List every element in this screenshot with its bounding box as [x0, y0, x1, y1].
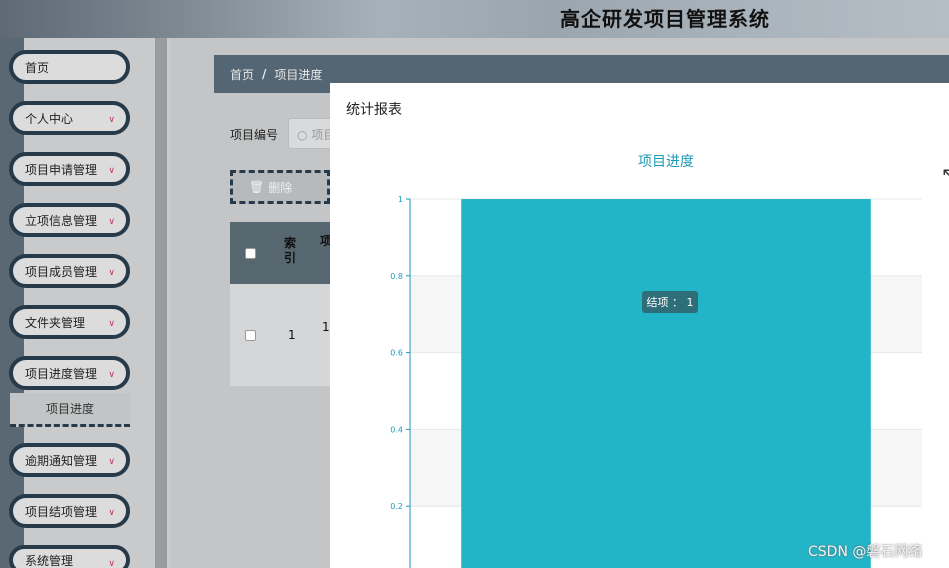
y-tick-label: 0.4	[390, 425, 403, 434]
y-tick-label: 0.6	[390, 349, 403, 358]
sidebar-scrollbar[interactable]	[155, 38, 167, 568]
mouse-cursor-icon: ↖	[941, 164, 949, 185]
search-label: 项目编号	[230, 128, 279, 142]
row-index: 1	[288, 328, 296, 342]
sidebar-item-label: 逾期通知管理	[25, 453, 98, 468]
delete-button[interactable]: 🗑 删除	[230, 170, 330, 204]
tooltip-value: 1	[687, 296, 694, 309]
chevron-down-icon: ∨	[108, 370, 115, 380]
sidebar-item-system[interactable]: 系统管理 ∨	[9, 545, 130, 568]
y-tick-label: 0.8	[390, 272, 403, 281]
chevron-down-icon: ∨	[108, 559, 115, 568]
sidebar-item-project-approval[interactable]: 立项信息管理 ∨	[9, 203, 130, 237]
statistics-modal: 统计报表 0.2 0.4 0.6 0.8 1 项目进度 结项 ： 1	[330, 83, 949, 568]
sidebar-item-label: 首页	[25, 60, 50, 75]
sidebar-item-label: 系统管理	[25, 553, 74, 568]
chevron-down-icon: ∨	[108, 217, 115, 227]
sidebar-item-project-progress[interactable]: 项目进度管理 ∨	[9, 356, 130, 390]
chevron-down-icon: ∨	[108, 319, 115, 329]
watermark: CSDN @磐石网络	[808, 544, 923, 560]
y-tick-label: 0.2	[390, 502, 403, 511]
data-table: 索引 项 1 16	[230, 222, 337, 386]
sidebar-item-label: 项目成员管理	[25, 264, 98, 279]
sidebar-item-project-application[interactable]: 项目申请管理 ∨	[9, 152, 130, 186]
tooltip-separator: ：	[672, 296, 683, 309]
search-icon: ○	[297, 128, 308, 142]
sidebar-item-project-members[interactable]: 项目成员管理 ∨	[9, 254, 130, 288]
sidebar-item-label: 项目结项管理	[25, 504, 98, 519]
app-header: 高企研发项目管理系统	[0, 0, 949, 38]
sidebar-item-label: 个人中心	[25, 111, 74, 126]
chart-title: 项目进度	[638, 154, 694, 170]
sidebar-item-label: 文件夹管理	[25, 315, 86, 330]
breadcrumb-home[interactable]: 首页	[230, 66, 254, 83]
app-title: 高企研发项目管理系统	[560, 7, 770, 31]
chevron-down-icon: ∨	[108, 457, 115, 467]
sidebar-item-folders[interactable]: 文件夹管理 ∨	[9, 305, 130, 339]
chevron-down-icon: ∨	[108, 268, 115, 278]
sidebar-item-label: 项目申请管理	[25, 162, 98, 177]
tooltip-name: 结项	[647, 296, 669, 309]
chart-bar[interactable]	[461, 199, 871, 568]
y-tick-label: 1	[398, 195, 403, 204]
breadcrumb-separator: /	[262, 67, 267, 81]
chevron-down-icon: ∨	[108, 508, 115, 518]
chevron-down-icon: ∨	[108, 115, 115, 125]
row-checkbox[interactable]	[245, 330, 256, 341]
column-header-index: 索引	[284, 236, 297, 265]
trash-icon: 🗑	[249, 180, 265, 194]
submenu-item-label: 项目进度	[45, 402, 94, 416]
sidebar-item-home[interactable]: 首页	[9, 50, 130, 84]
sidebar-item-label: 项目进度管理	[25, 366, 98, 381]
select-all-checkbox[interactable]	[245, 248, 256, 259]
progress-chart: 0.2 0.4 0.6 0.8 1 项目进度 结项 ： 1	[390, 154, 922, 568]
svg-text:结项 ： 1: 结项 ： 1	[647, 296, 694, 309]
chevron-down-icon: ∨	[108, 166, 115, 176]
sidebar-item-project-closing[interactable]: 项目结项管理 ∨	[9, 494, 130, 528]
delete-label: 删除	[268, 180, 293, 195]
breadcrumb-current: 项目进度	[274, 67, 323, 82]
submenu-item-project-progress[interactable]: 项目进度	[10, 393, 130, 427]
sidebar-item-label: 立项信息管理	[25, 213, 98, 228]
sidebar-item-overdue-notice[interactable]: 逾期通知管理 ∨	[9, 443, 130, 477]
chart-tooltip: 结项 ： 1	[642, 291, 698, 313]
sidebar-item-personal-center[interactable]: 个人中心 ∨	[9, 101, 130, 135]
